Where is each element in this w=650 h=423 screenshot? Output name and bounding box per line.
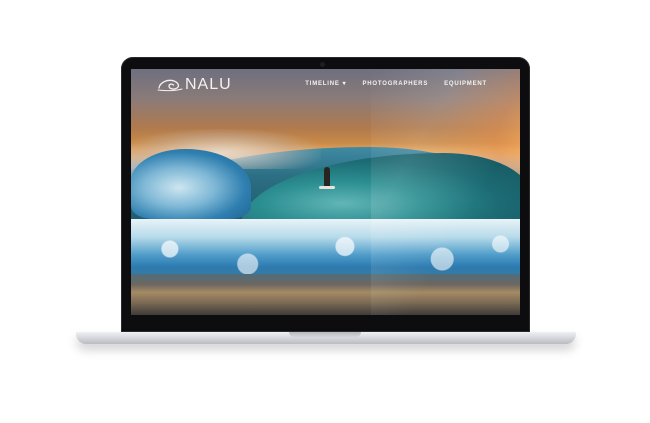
laptop-lid: NALU TIMELINE ▾ PHOTOGRAPHERS EQUIPMENT	[121, 57, 530, 332]
chevron-down-icon: ▾	[342, 81, 347, 87]
nav-item-photographers[interactable]: PHOTOGRAPHERS	[362, 81, 428, 87]
site-logo[interactable]: NALU	[157, 76, 232, 94]
laptop-screen: NALU TIMELINE ▾ PHOTOGRAPHERS EQUIPMENT	[131, 69, 520, 315]
nav-item-timeline[interactable]: TIMELINE ▾	[305, 81, 346, 87]
brand-name: NALU	[185, 76, 232, 93]
site-header: NALU TIMELINE ▾ PHOTOGRAPHERS EQUIPMENT	[131, 69, 520, 101]
nav-item-label: PHOTOGRAPHERS	[362, 81, 429, 87]
nav-item-equipment[interactable]: EQUIPMENT	[444, 81, 487, 87]
surfboard	[319, 186, 335, 189]
surfer	[324, 167, 330, 187]
lid-notch	[289, 332, 361, 337]
nav-item-label: TIMELINE	[305, 81, 340, 87]
webcam	[320, 62, 325, 67]
laptop-base	[76, 332, 576, 344]
nav-item-label: EQUIPMENT	[444, 81, 487, 87]
screen-glare	[371, 69, 520, 315]
main-nav: TIMELINE ▾ PHOTOGRAPHERS EQUIPMENT	[305, 81, 487, 87]
wave-logo-icon	[157, 79, 183, 92]
